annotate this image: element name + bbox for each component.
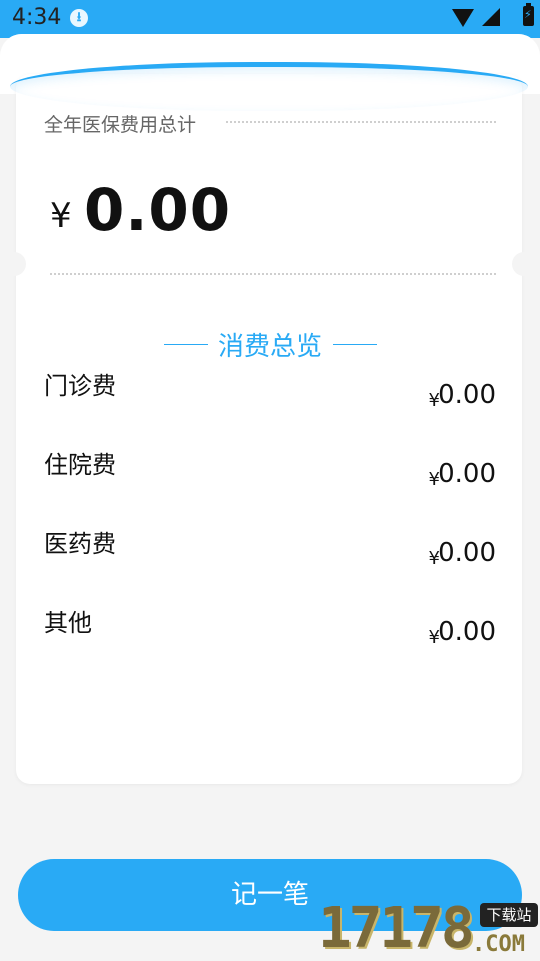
- expense-amount: 0.00: [438, 459, 496, 489]
- total-label: 全年医保费用总计: [44, 114, 197, 136]
- expense-label: 门诊费: [44, 372, 116, 400]
- expense-amount: 0.00: [438, 617, 496, 647]
- expense-label: 住院费: [44, 451, 116, 479]
- receipt-notch-right: [512, 252, 532, 276]
- expense-amount: 0.00: [438, 538, 496, 568]
- title-line-right: [333, 344, 377, 345]
- signal-icon: [482, 8, 500, 26]
- watermark-domain: .COM: [472, 932, 525, 957]
- receipt-slot-rim: [10, 62, 528, 111]
- overview-title: 消费总览: [217, 332, 322, 362]
- battery-icon: ⚡: [523, 3, 534, 26]
- watermark-logo: 17178: [318, 896, 475, 961]
- status-bar: 4:34 ⭳ ⚡: [0, 0, 540, 38]
- expense-row-outpatient: 门诊费 ¥ 0.00: [0, 366, 540, 436]
- expense-row-medicine: 医药费 ¥ 0.00: [0, 524, 540, 594]
- expense-row-hospitalization: 住院费 ¥ 0.00: [0, 445, 540, 515]
- download-icon: ⭳: [70, 9, 88, 27]
- total-amount: 0.00: [84, 176, 232, 244]
- expense-amount: 0.00: [438, 380, 496, 410]
- expense-row-other: 其他 ¥ 0.00: [0, 603, 540, 673]
- expense-label: 其他: [44, 609, 92, 637]
- watermark-badge: 下载站: [480, 903, 538, 927]
- expense-label: 医药费: [44, 530, 116, 558]
- total-currency: ¥: [50, 196, 72, 236]
- dotted-divider: [226, 121, 496, 123]
- status-time: 4:34: [12, 5, 62, 30]
- wifi-icon: [452, 9, 474, 27]
- dotted-divider: [50, 273, 496, 275]
